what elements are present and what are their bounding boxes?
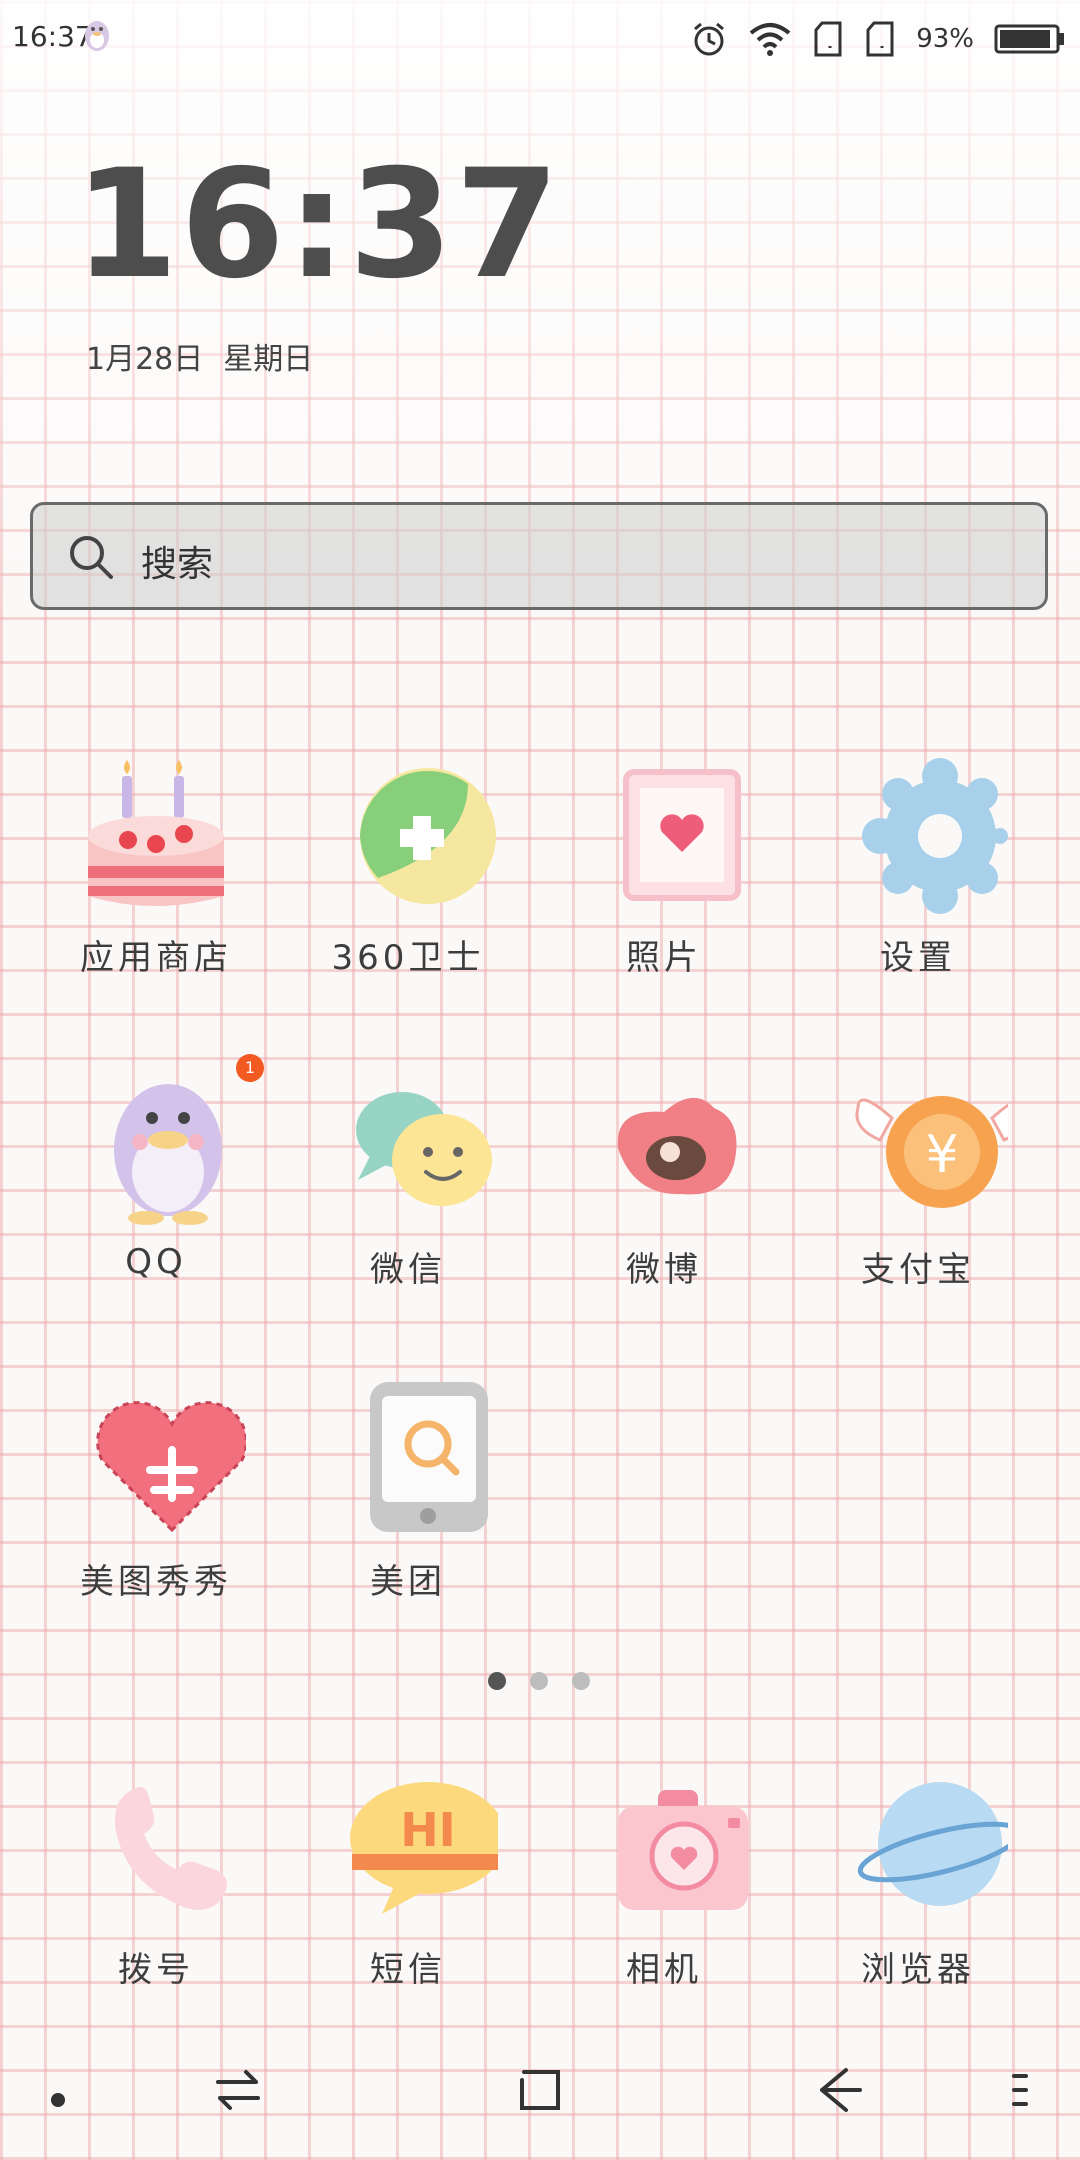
wifi-icon [749, 23, 791, 56]
app-meituan[interactable]: 美团 [298, 1380, 518, 1603]
status-bar: 16:37 93% [0, 0, 1080, 80]
phone-handset-icon [114, 1786, 227, 1910]
app-label: 短信 [370, 1950, 446, 1990]
svg-text:¥: ¥ [925, 1125, 958, 1185]
gear-icon [862, 758, 1008, 914]
page-dot[interactable] [572, 1672, 590, 1690]
page-dot-active[interactable] [488, 1672, 506, 1690]
chat-bubbles-icon [356, 1092, 492, 1206]
phone-search-icon [370, 1382, 488, 1532]
app-label: 微信 [370, 1250, 446, 1290]
app-label: 应用商店 [80, 938, 232, 978]
dot-icon[interactable] [50, 2092, 66, 2108]
app-360-security[interactable]: 360卫士 [298, 756, 518, 979]
app-photos[interactable]: 照片 [554, 756, 774, 979]
app-label: 浏览器 [861, 1950, 975, 1990]
app-label: 360卫士 [331, 938, 485, 978]
dock-messages[interactable]: HI 短信 [298, 1768, 518, 1991]
battery-icon [994, 24, 1064, 54]
search-label: 搜索 [141, 544, 214, 585]
clock-widget-time[interactable]: 16:37 [74, 150, 561, 300]
clock-widget-date[interactable]: 1月28日 星期日 [86, 334, 313, 378]
battery-percent: 93% [916, 24, 974, 54]
app-weibo[interactable]: 微博 [554, 1068, 774, 1291]
app-label: 美图秀秀 [80, 1562, 232, 1602]
app-label: 美团 [370, 1562, 446, 1602]
weekday-text: 星期日 [223, 342, 314, 377]
sim-card-icon [814, 21, 842, 57]
page-indicator[interactable] [488, 1672, 590, 1690]
weibo-eye-icon [617, 1097, 737, 1195]
planet-icon [857, 1782, 1023, 1906]
notification-badge: 1 [236, 1054, 264, 1082]
alarm-icon [694, 22, 725, 56]
status-icons: 93% [690, 14, 1066, 64]
app-qq[interactable]: 1 QQ [46, 1054, 266, 1282]
search-icon [70, 536, 113, 579]
app-label: 拨号 [118, 1950, 194, 1990]
app-settings[interactable]: 设置 [808, 756, 1028, 979]
heart-photo-icon [623, 769, 741, 901]
switch-arrows-icon[interactable] [214, 2068, 262, 2112]
app-wechat[interactable]: 微信 [298, 1068, 518, 1291]
dock-browser[interactable]: 浏览器 [808, 1768, 1028, 1991]
shield-cross-icon [360, 768, 496, 904]
app-label: 相机 [626, 1950, 702, 1990]
app-label: QQ [125, 1242, 187, 1282]
dock-camera[interactable]: 相机 [554, 1768, 774, 1991]
page-dot[interactable] [530, 1672, 548, 1690]
app-alipay[interactable]: ¥ 支付宝 [808, 1068, 1028, 1291]
hi-bubble-icon: HI [350, 1782, 506, 1914]
back-arrow-icon[interactable] [816, 2066, 864, 2114]
penguin-icon [114, 1084, 222, 1225]
dock-phone[interactable]: 拨号 [46, 1768, 266, 1991]
app-meitu[interactable]: 美图秀秀 [46, 1380, 266, 1603]
navigation-bar [0, 2046, 1080, 2160]
app-label: 微博 [626, 1250, 702, 1290]
home-square-icon[interactable] [516, 2066, 564, 2114]
sim-card-icon [866, 21, 894, 57]
camera-icon [618, 1790, 748, 1910]
svg-text:HI: HI [400, 1803, 456, 1857]
qq-penguin-icon [85, 21, 109, 51]
menu-icon[interactable] [1010, 2070, 1030, 2110]
stitched-heart-icon [96, 1401, 248, 1533]
cake-icon [88, 760, 224, 906]
search-bar[interactable]: 搜索 [30, 502, 1048, 610]
date-text: 1月28日 [86, 342, 204, 377]
app-label: 照片 [626, 938, 702, 978]
app-label: 设置 [880, 938, 956, 978]
winged-coin-icon: ¥ [855, 1096, 1028, 1208]
app-label: 支付宝 [861, 1250, 975, 1290]
app-app-store[interactable]: 应用商店 [46, 756, 266, 979]
